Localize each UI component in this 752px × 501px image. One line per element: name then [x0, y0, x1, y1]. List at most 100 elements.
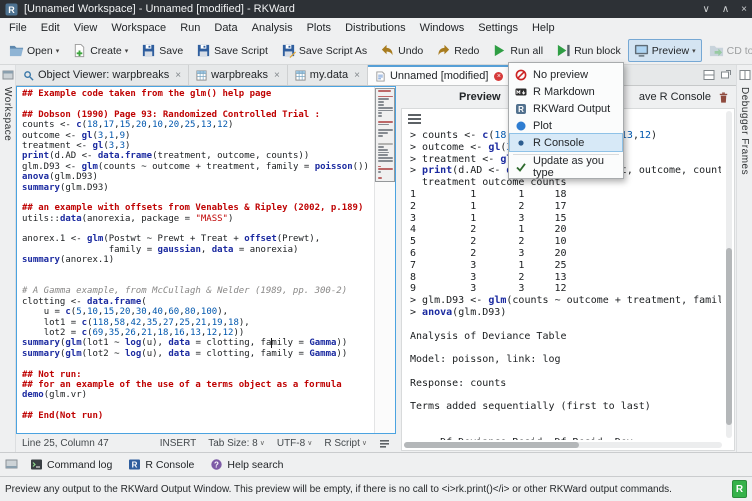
- menu-edit[interactable]: Edit: [34, 20, 67, 36]
- tab-close-icon[interactable]: ×: [175, 70, 181, 81]
- save-button[interactable]: Save: [135, 39, 189, 62]
- debugger-frames-tab[interactable]: Debugger Frames: [736, 65, 752, 452]
- preview-menu-item-plot[interactable]: Plot: [510, 117, 622, 134]
- preview-menu-item-update-as-you-type[interactable]: Update as you type: [510, 158, 622, 175]
- create-button[interactable]: Create▾: [66, 39, 134, 62]
- preview-button[interactable]: Preview▾: [628, 39, 702, 62]
- console-vertical-scrollbar[interactable]: [726, 111, 732, 438]
- save-icon: [196, 43, 211, 58]
- preview-menu-item-r-markdown[interactable]: R Markdown: [510, 83, 622, 100]
- spreadsheet-icon: [295, 70, 306, 81]
- run-block-icon: [556, 43, 571, 58]
- rkward-window: R [Unnamed Workspace] - Unnamed [modifie…: [0, 0, 752, 501]
- undo-icon: [380, 43, 395, 58]
- run-all-button[interactable]: Run all: [486, 39, 549, 62]
- filetype-button[interactable]: R Script∨: [324, 438, 367, 449]
- tab-label: my.data: [310, 69, 348, 81]
- input-mode-button[interactable]: INSERT: [160, 438, 197, 449]
- run-all-label: Run all: [510, 45, 543, 57]
- run-block-label: Run block: [574, 45, 621, 57]
- menubar: FileEditViewWorkspaceRunDataAnalysisPlot…: [0, 18, 752, 37]
- encoding-button[interactable]: UTF-8∨: [277, 438, 312, 449]
- menu-workspace[interactable]: Workspace: [104, 20, 173, 36]
- menu-windows[interactable]: Windows: [413, 20, 472, 36]
- tab-my-data[interactable]: my.data ×: [288, 65, 368, 85]
- preview-menu-item-r-console[interactable]: R Console: [510, 134, 622, 151]
- tab-close-icon[interactable]: ×: [354, 70, 360, 81]
- maximize-button[interactable]: ∧: [722, 4, 729, 15]
- save-console-label[interactable]: ave R Console: [639, 91, 711, 103]
- scrollbar-thumb[interactable]: [726, 248, 732, 425]
- code-line: demo(glm.vr): [22, 390, 374, 400]
- r-console-toolview-button[interactable]: RR Console: [124, 456, 198, 473]
- code-line: [22, 401, 374, 411]
- console-line: > anova(glm.D93): [410, 307, 721, 319]
- help-search-toolview-button[interactable]: ?Help search: [206, 456, 287, 473]
- command-log-toolview-button[interactable]: Command log: [26, 456, 116, 473]
- tab-object-viewer-warpbreaks[interactable]: Object Viewer: warpbreaks×: [16, 65, 189, 85]
- tab-unnamed-modified[interactable]: Unnamed [modified] ×: [368, 65, 511, 85]
- hamburger-menu-icon[interactable]: [408, 114, 421, 126]
- editor-minimap[interactable]: [374, 87, 395, 433]
- menu-distributions[interactable]: Distributions: [338, 20, 413, 36]
- tab-label: Unnamed [modified]: [390, 70, 488, 82]
- folder-open-icon: [9, 43, 24, 58]
- editor-statusbar: Line 25, Column 47 INSERT Tab Size: 8∨ U…: [16, 434, 396, 452]
- code-line: summary(anorex.1): [22, 255, 374, 265]
- modified-close-icon[interactable]: ×: [494, 72, 503, 81]
- code-line: ## for an example of the use of a terms …: [22, 380, 374, 390]
- code-line: [22, 193, 374, 203]
- cd-to-script-directory-label: CD to script directory: [727, 45, 752, 57]
- trash-icon[interactable]: [717, 91, 730, 104]
- check-icon: [515, 161, 527, 173]
- statusbar-settings-icon[interactable]: [379, 438, 390, 449]
- save-script-button[interactable]: Save Script: [190, 39, 274, 62]
- menu-help[interactable]: Help: [525, 20, 562, 36]
- svg-text:R: R: [132, 461, 138, 470]
- script-editor[interactable]: ## Example code taken from the glm() hel…: [16, 86, 396, 434]
- run-block-button[interactable]: Run block: [550, 39, 627, 62]
- code-line: summary(glm(lot1 ~ log(u), data = clotti…: [22, 338, 374, 348]
- console-line: [410, 413, 721, 425]
- code-line: anorex.1 <- glm(Postwt ~ Prewt + Treat +…: [22, 234, 374, 244]
- console-line: 5 2 2 10: [410, 236, 721, 248]
- create-label: Create: [90, 45, 122, 57]
- workspace-sidebar-tab[interactable]: Workspace: [0, 65, 16, 452]
- scrollbar-thumb[interactable]: [404, 442, 579, 448]
- menu-data[interactable]: Data: [207, 20, 244, 36]
- preview-menu-item-no-preview[interactable]: No preview: [510, 66, 622, 83]
- tab-warpbreaks[interactable]: warpbreaks×: [189, 65, 288, 85]
- menu-file[interactable]: File: [2, 20, 34, 36]
- editor-code-area[interactable]: ## Example code taken from the glm() hel…: [17, 87, 374, 433]
- debugger-frames-icon: [739, 69, 751, 81]
- console-horizontal-scrollbar[interactable]: [404, 442, 722, 448]
- menu-run[interactable]: Run: [173, 20, 207, 36]
- console-line: 4 2 1 20: [410, 224, 721, 236]
- tab-close-icon[interactable]: ×: [274, 70, 280, 81]
- document-area: Object Viewer: warpbreaks×warpbreaks×my.…: [16, 65, 736, 452]
- preview-title: Preview: [459, 91, 501, 103]
- close-button[interactable]: ×: [741, 4, 747, 15]
- console-line: 3 1 3 15: [410, 213, 721, 225]
- menu-settings[interactable]: Settings: [471, 20, 525, 36]
- code-line: summary(glm.D93): [22, 183, 374, 193]
- console-line: 9 3 3 12: [410, 283, 721, 295]
- minimap-view-region[interactable]: [375, 88, 395, 182]
- save-script-as-label: Save Script As: [299, 45, 367, 57]
- toolview-icon[interactable]: [5, 458, 18, 471]
- detach-icon[interactable]: [720, 69, 732, 81]
- save-script-as-button[interactable]: Save Script As: [275, 39, 373, 62]
- undo-button[interactable]: Undo: [374, 39, 429, 62]
- tab-size-button[interactable]: Tab Size: 8∨: [208, 438, 265, 449]
- text-caret: [271, 338, 272, 348]
- menu-view[interactable]: View: [67, 20, 105, 36]
- menu-plots[interactable]: Plots: [300, 20, 338, 36]
- split-view-icon[interactable]: [703, 69, 715, 81]
- open-button[interactable]: Open▾: [3, 39, 65, 62]
- preview-menu-item-rkward-output[interactable]: RRKWard Output: [510, 100, 622, 117]
- redo-button[interactable]: Redo: [430, 39, 485, 62]
- code-line: print(d.AD <- data.frame(treatment, outc…: [22, 151, 374, 161]
- menu-analysis[interactable]: Analysis: [245, 20, 300, 36]
- minimize-button[interactable]: ∨: [703, 4, 710, 15]
- code-line: clotting <- data.frame(: [22, 297, 374, 307]
